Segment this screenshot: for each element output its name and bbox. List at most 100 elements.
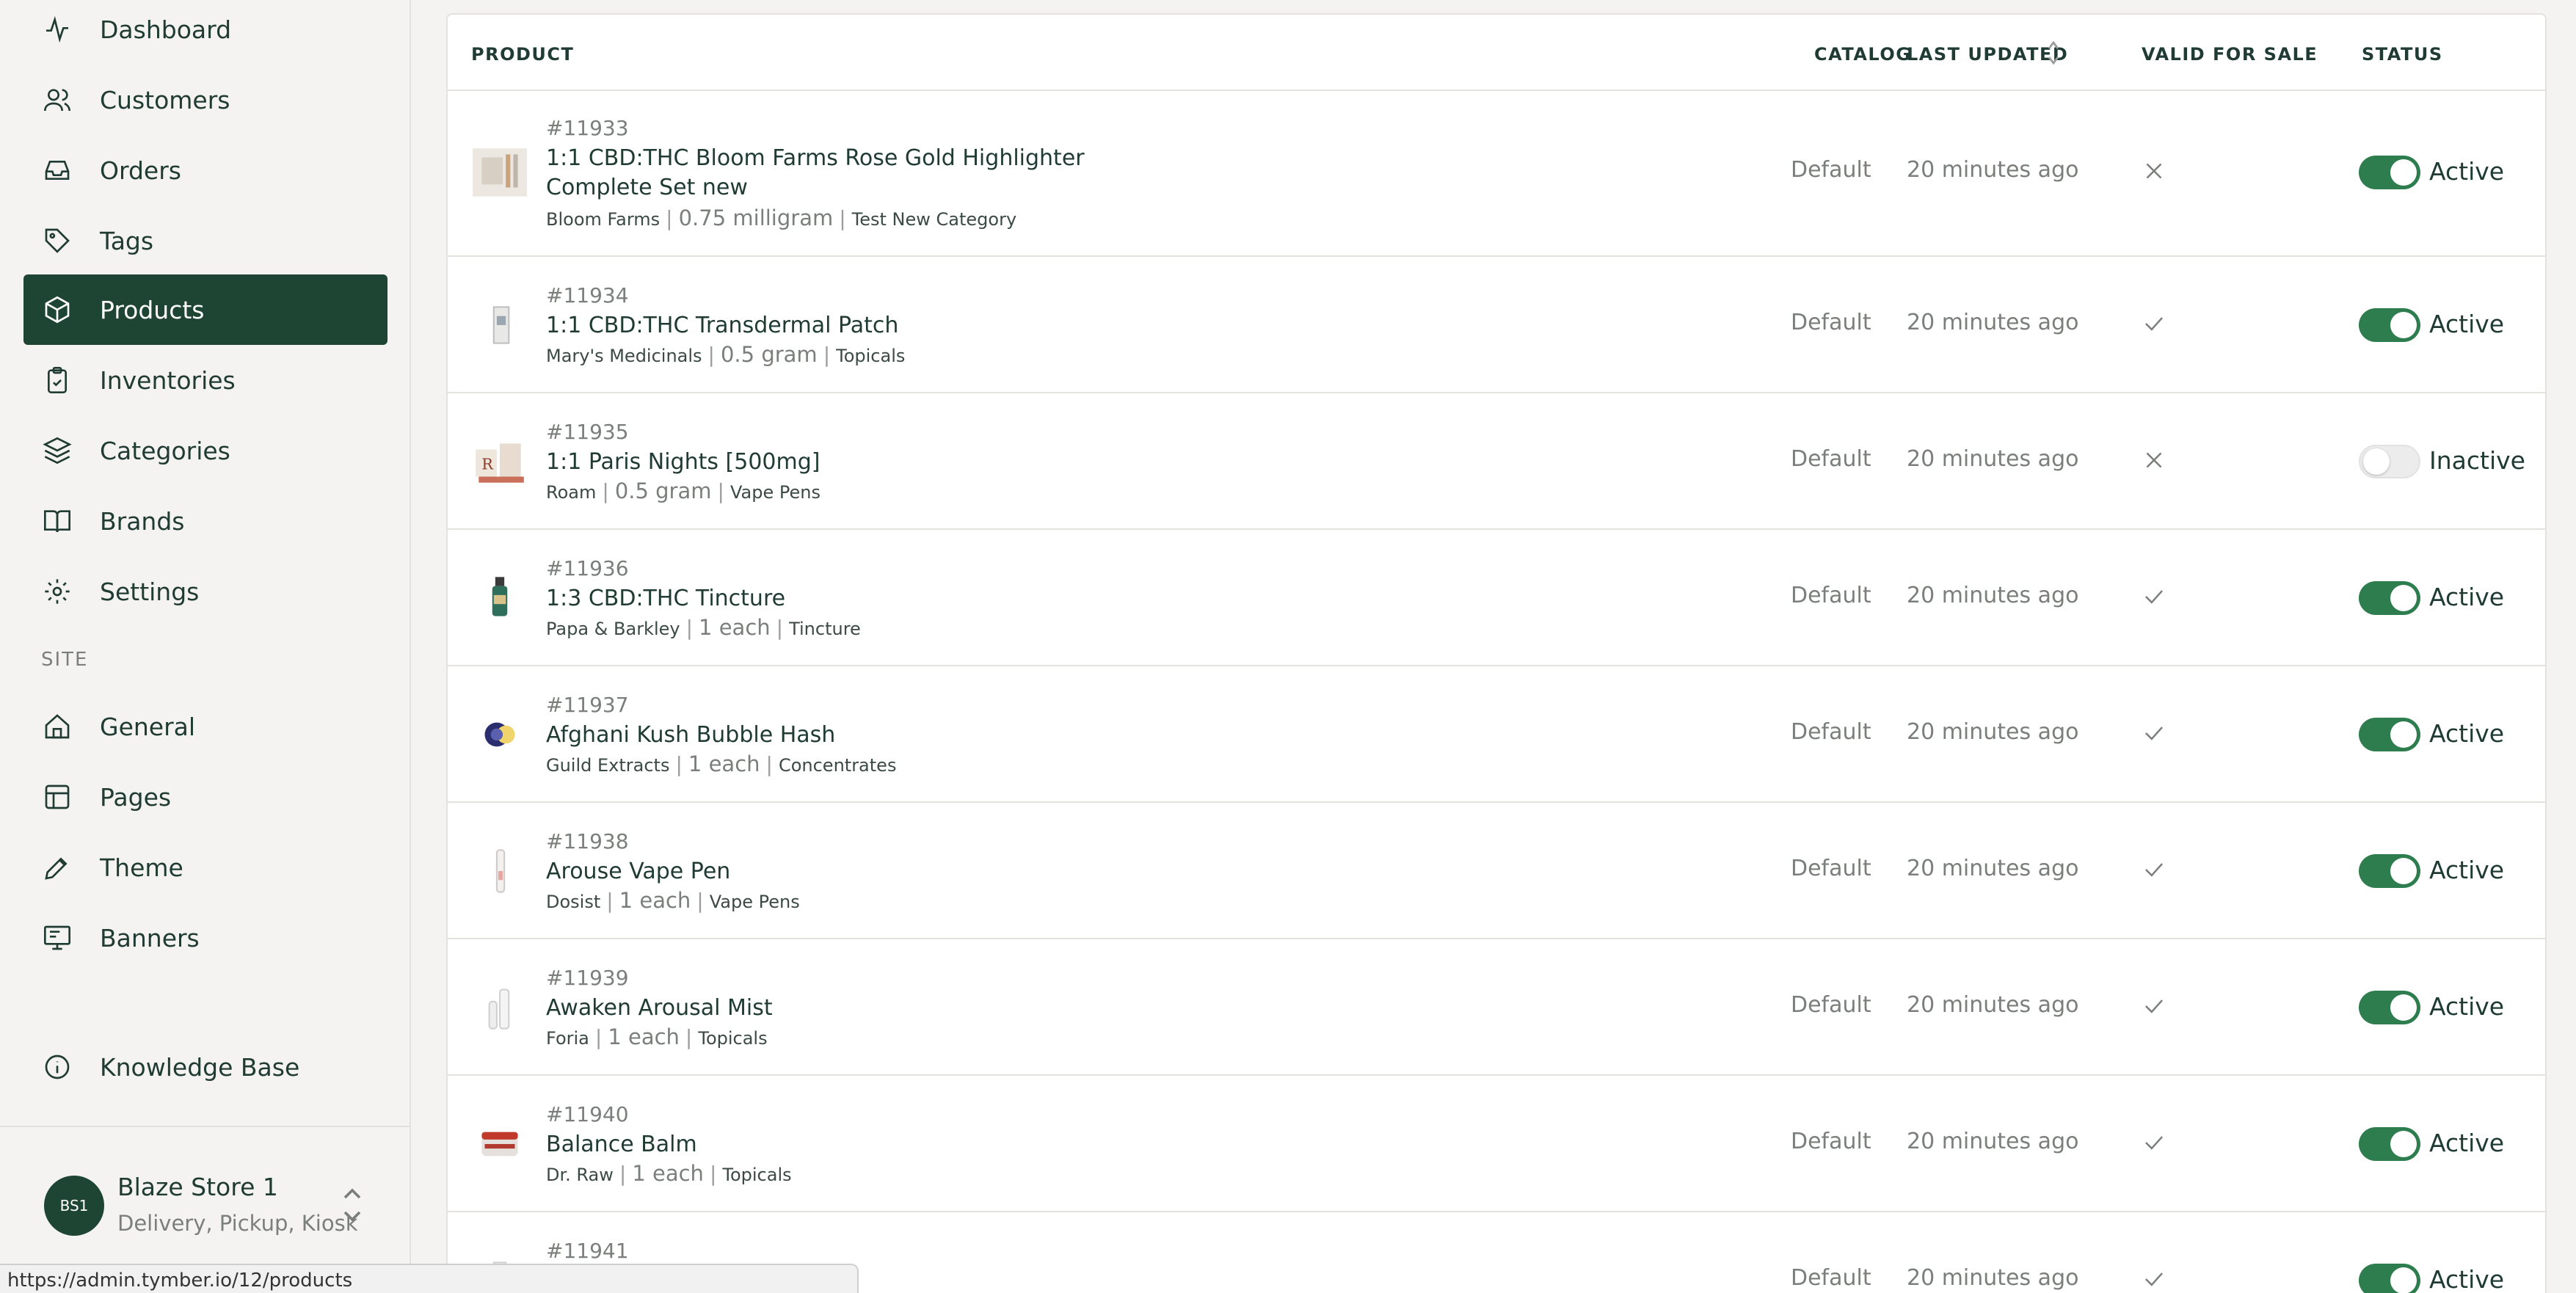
status-toggle[interactable]: [2359, 991, 2420, 1024]
toggle-knob: [2390, 1131, 2417, 1157]
product-thumbnail: [470, 295, 530, 355]
product-amount: 1 each: [632, 1161, 704, 1186]
browser-status-url: https://admin.tymber.io/12/products: [0, 1264, 859, 1293]
table-row[interactable]: #11933 1:1 CBD:THC Bloom Farms Rose Gold…: [448, 91, 2545, 257]
table-row[interactable]: #11934 1:1 CBD:THC Transdermal Patch Mar…: [448, 257, 2545, 393]
catalog-value: Default: [1791, 856, 1871, 881]
product-name[interactable]: Balance Balm: [546, 1130, 1148, 1159]
brush-icon: [41, 851, 73, 884]
status-toggle[interactable]: [2359, 308, 2420, 342]
product-name[interactable]: Awaken Arousal Mist: [546, 994, 1148, 1023]
product-category: Topicals: [722, 1165, 792, 1185]
product-name[interactable]: Afghani Kush Bubble Hash: [546, 721, 1148, 750]
monitor-icon: [41, 922, 73, 954]
box-icon: [41, 294, 73, 326]
product-id: #11936: [546, 556, 629, 580]
catalog-value: Default: [1791, 157, 1871, 183]
status-toggle[interactable]: [2359, 854, 2420, 888]
toggle-knob: [2390, 159, 2417, 186]
column-header-valid-for-sale[interactable]: VALID FOR SALE: [2142, 44, 2318, 65]
product-category: Concentrates: [778, 755, 897, 776]
store-subtitle: Delivery, Pickup, Kiosk: [117, 1211, 358, 1236]
sidebar-item-brands[interactable]: Brands: [23, 486, 388, 556]
sidebar-item-general[interactable]: General: [23, 691, 388, 762]
product-category: Topicals: [836, 346, 906, 366]
meta-separator: |: [717, 479, 724, 503]
sidebar-item-dashboard[interactable]: Dashboard: [23, 0, 388, 65]
sidebar-item-label: Inventories: [100, 365, 236, 395]
product-amount: 1 each: [608, 1024, 680, 1049]
column-header-catalog[interactable]: CATALOG: [1814, 44, 1911, 65]
sidebar-item-settings[interactable]: Settings: [23, 556, 388, 627]
product-name[interactable]: Arouse Vape Pen: [546, 857, 1148, 886]
status-label: Active: [2429, 1265, 2505, 1293]
product-id: #11935: [546, 420, 629, 444]
product-name[interactable]: 1:3 CBD:THC Tincture: [546, 584, 1148, 613]
status-toggle[interactable]: [2359, 718, 2420, 751]
product-meta: Dosist | 1 each | Vape Pens: [546, 888, 800, 913]
product-meta: Papa & Barkley | 1 each | Tincture: [546, 615, 861, 640]
sidebar-item-categories[interactable]: Categories: [23, 415, 388, 486]
product-category: Vape Pens: [729, 482, 821, 503]
meta-separator: |: [666, 206, 673, 230]
product-thumbnail: R: [470, 431, 530, 492]
sidebar-item-pages[interactable]: Pages: [23, 762, 388, 832]
sidebar-item-orders[interactable]: Orders: [23, 135, 388, 205]
table-row[interactable]: #11939 Awaken Arousal Mist Foria | 1 each |…: [448, 939, 2545, 1076]
sidebar-item-label: Knowledge Base: [100, 1052, 300, 1082]
meta-separator: |: [675, 752, 683, 776]
catalog-value: Default: [1791, 1129, 1871, 1154]
product-id: #11937: [546, 693, 629, 717]
check-icon: [2140, 1129, 2168, 1157]
chevron-up-down-icon[interactable]: [338, 1183, 367, 1227]
check-icon: [2140, 719, 2168, 747]
table-row[interactable]: R #11935 1:1 Paris Nights [500mg] Roam | 0…: [448, 393, 2545, 530]
gear-icon: [41, 575, 73, 608]
product-id: #11940: [546, 1102, 629, 1126]
sidebar-item-inventories[interactable]: Inventories: [23, 345, 388, 415]
column-header-status[interactable]: STATUS: [2362, 44, 2443, 65]
product-thumbnail: [470, 704, 530, 765]
table-header: PRODUCT CATALOG LAST UPDATED VALID FOR S…: [448, 15, 2545, 91]
product-name[interactable]: 1:1 Paris Nights [500mg]: [546, 448, 1148, 477]
avatar: BS1: [44, 1176, 104, 1236]
last-updated-value: 20 minutes ago: [1907, 446, 2079, 472]
catalog-value: Default: [1791, 446, 1871, 472]
toggle-knob: [2363, 448, 2390, 475]
sidebar-item-label: Products: [100, 295, 205, 324]
product-id: #11938: [546, 829, 629, 853]
toggle-knob: [2390, 1267, 2417, 1293]
status-label: Inactive: [2429, 446, 2525, 475]
status-toggle[interactable]: [2359, 445, 2420, 478]
toggle-knob: [2390, 858, 2417, 884]
sidebar-item-knowledge-base[interactable]: Knowledge Base: [23, 1032, 388, 1102]
sidebar-item-products[interactable]: Products: [23, 274, 388, 345]
sort-icon[interactable]: [2045, 38, 2062, 68]
status-toggle[interactable]: [2359, 1264, 2420, 1293]
sidebar-item-label: Settings: [100, 577, 200, 606]
status-toggle[interactable]: [2359, 1127, 2420, 1161]
main-content: PRODUCT CATALOG LAST UPDATED VALID FOR S…: [411, 0, 2576, 1293]
toggle-knob: [2390, 312, 2417, 338]
sidebar-item-customers[interactable]: Customers: [23, 65, 388, 135]
product-thumbnail: [470, 977, 530, 1038]
store-switcher[interactable]: BS1 Blaze Store 1 Delivery, Pickup, Kios…: [23, 1159, 388, 1248]
product-name[interactable]: 1:1 CBD:THC Bloom Farms Rose Gold Highli…: [546, 144, 1148, 203]
sidebar-item-banners[interactable]: Banners: [23, 903, 388, 973]
check-icon: [2140, 583, 2168, 611]
table-row[interactable]: #11937 Afghani Kush Bubble Hash Guild Ex…: [448, 666, 2545, 803]
status-toggle[interactable]: [2359, 581, 2420, 615]
product-meta: Bloom Farms | 0.75 milligram | Test New Cate…: [546, 205, 1016, 230]
product-id: #11939: [546, 966, 629, 990]
home-icon: [41, 710, 73, 743]
toggle-knob: [2390, 721, 2417, 748]
table-row[interactable]: #11938 Arouse Vape Pen Dosist | 1 each | Vap…: [448, 803, 2545, 939]
product-name[interactable]: 1:1 CBD:THC Transdermal Patch: [546, 311, 1148, 340]
table-row[interactable]: #11936 1:3 CBD:THC Tincture Papa & Barkl…: [448, 530, 2545, 666]
sidebar-item-tags[interactable]: Tags: [23, 205, 388, 276]
table-row[interactable]: #11940 Balance Balm Dr. Raw | 1 each | Topic…: [448, 1076, 2545, 1212]
status-toggle[interactable]: [2359, 156, 2420, 189]
column-header-product[interactable]: PRODUCT: [471, 44, 574, 65]
last-updated-value: 20 minutes ago: [1907, 157, 2079, 183]
sidebar-item-theme[interactable]: Theme: [23, 832, 388, 903]
